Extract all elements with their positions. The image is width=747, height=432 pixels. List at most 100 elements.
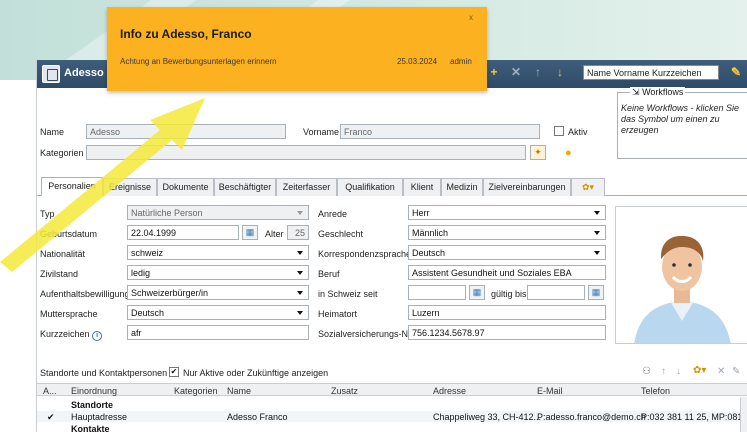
kurzzeichen-label: Kurzzeichen i: [40, 329, 103, 341]
popup-user: admin: [450, 57, 472, 66]
people-icon[interactable]: ⚇: [642, 366, 651, 377]
popup-close-icon[interactable]: x: [469, 13, 473, 22]
workflows-legend: ⇲ Workflows: [630, 87, 686, 98]
inschweiz-label: in Schweiz seit: [318, 289, 378, 299]
edit-pencil-icon[interactable]: ✎: [729, 65, 743, 79]
sozialversicherung-field[interactable]: 756.1234.5678.97: [408, 325, 606, 340]
vorname-field[interactable]: Franco: [340, 124, 540, 139]
sozialversicherung-label: Sozialversicherungs-Nr: [318, 329, 412, 339]
aufenthalt-dropdown[interactable]: Schweizerbürger/in: [127, 285, 309, 300]
alter-label: Alter: [265, 229, 284, 239]
calendar-icon[interactable]: ▦: [242, 225, 258, 240]
muttersprache-label: Muttersprache: [40, 309, 98, 319]
edit-contact-icon[interactable]: ✎: [732, 366, 740, 377]
contacts-section-label: Standorte und Kontaktpersonen: [40, 368, 168, 378]
add-contact-icon[interactable]: ✿▾: [693, 365, 706, 376]
heimatort-field[interactable]: Luzern: [408, 305, 606, 320]
tab-personalien[interactable]: Personalien: [41, 177, 103, 196]
korrespondenzsprache-label: Korrespondenzsprache: [318, 249, 412, 259]
row-telefon: P:032 381 11 25, MP:081 ...: [641, 412, 747, 422]
zivilstand-dropdown[interactable]: ledig: [127, 265, 309, 280]
row-adresse: Chappeliweg 33, CH-412...: [433, 412, 542, 422]
kategorien-picker-icon[interactable]: ✦: [530, 145, 546, 160]
col-header-einordnung[interactable]: Einordnung: [71, 386, 117, 396]
col-header-adresse[interactable]: Adresse: [433, 386, 466, 396]
row-email: P:adesso.franco@demo.ch: [537, 412, 646, 422]
info-popup[interactable]: x Info zu Adesso, Franco Achtung an Bewe…: [107, 7, 487, 91]
move-down-icon[interactable]: ↓: [676, 366, 681, 377]
muttersprache-dropdown[interactable]: Deutsch: [127, 305, 309, 320]
kurzzeichen-field[interactable]: afr: [127, 325, 309, 340]
nationalitaet-dropdown[interactable]: schweiz: [127, 245, 309, 260]
active-filter-label: Nur Aktive oder Zukünftige anzeigen: [183, 368, 329, 378]
tab-zielvereinbarungen[interactable]: Zielvereinbarungen: [483, 178, 571, 196]
geburtsdatum-field[interactable]: 22.04.1999: [127, 225, 239, 240]
typ-label: Typ: [40, 209, 55, 219]
anrede-dropdown[interactable]: Herr: [408, 205, 606, 220]
group-row-standorte[interactable]: Standorte: [37, 399, 747, 410]
col-header-email[interactable]: E-Mail: [537, 386, 563, 396]
nationalitaet-label: Nationalität: [40, 249, 86, 259]
gueltig-field[interactable]: [527, 285, 585, 300]
col-header-zusatz[interactable]: Zusatz: [331, 386, 358, 396]
tab-add-icon[interactable]: ✿▾: [571, 178, 605, 196]
workflow-icon[interactable]: ⇲: [632, 87, 640, 97]
tab-dokumente[interactable]: Dokumente: [157, 178, 214, 196]
workflows-box: ⇲ Workflows Keine Workflows - klicken Si…: [617, 87, 747, 159]
geburtsdatum-label: Geburtsdatum: [40, 229, 98, 239]
search-input[interactable]: [583, 65, 719, 80]
table-scrollbar[interactable]: [740, 397, 747, 432]
inschweiz-calendar-icon[interactable]: ▦: [469, 285, 485, 300]
col-header-name[interactable]: Name: [227, 386, 251, 396]
row-einordnung: Hauptadresse: [71, 412, 128, 422]
tab-bar: Personalien Ereignisse Dokumente Beschäf…: [37, 176, 747, 196]
beruf-label: Beruf: [318, 269, 340, 279]
arrow-up-icon[interactable]: ↑: [531, 65, 545, 79]
group-row-kontakte[interactable]: Kontakte: [37, 423, 747, 432]
delete-icon[interactable]: ✕: [509, 65, 523, 79]
tab-medizin[interactable]: Medizin: [441, 178, 483, 196]
add-icon[interactable]: +: [487, 65, 501, 79]
tab-beschaeftigter[interactable]: Beschäftigter: [214, 178, 276, 196]
col-header-aktiv[interactable]: A...: [43, 386, 57, 396]
typ-dropdown[interactable]: Natürliche Person: [127, 205, 309, 220]
lightbulb-icon[interactable]: ●: [565, 147, 572, 159]
row-name: Adesso Franco: [227, 412, 288, 422]
tab-zeiterfasser[interactable]: Zeiterfasser: [276, 178, 337, 196]
gueltig-calendar-icon[interactable]: ▦: [588, 285, 604, 300]
arrow-down-icon[interactable]: ↓: [553, 65, 567, 79]
popup-title: Info zu Adesso, Franco: [120, 27, 252, 41]
popup-message: Achtung an Bewerbungsunterlagen erinnern: [120, 57, 277, 66]
move-up-icon[interactable]: ↑: [661, 366, 666, 377]
aufenthalt-label: Aufenthaltsbewilligung: [40, 289, 130, 299]
aktiv-checkbox[interactable]: [554, 126, 564, 136]
person-app-icon: [42, 65, 60, 83]
name-label: Name: [40, 127, 65, 137]
table-row[interactable]: ✔ Hauptadresse Adesso Franco Chappeliweg…: [37, 411, 747, 422]
group-label: Standorte: [71, 400, 114, 410]
tab-ereignisse[interactable]: Ereignisse: [103, 178, 157, 196]
heimatort-label: Heimatort: [318, 309, 358, 319]
remove-contact-icon[interactable]: ✕: [717, 366, 725, 377]
group-label: Kontakte: [71, 424, 110, 432]
info-icon[interactable]: i: [92, 331, 103, 341]
vorname-label: Vorname: [303, 127, 340, 137]
tab-qualifikation[interactable]: Qualifikation: [337, 178, 403, 196]
col-header-kategorien[interactable]: Kategorien: [174, 386, 218, 396]
contacts-table-header: A... Einordnung Kategorien Name Zusatz A…: [37, 383, 747, 396]
inschweiz-field[interactable]: [408, 285, 466, 300]
kategorien-field[interactable]: [86, 145, 526, 160]
tab-klient[interactable]: Klient: [403, 178, 441, 196]
geschlecht-dropdown[interactable]: Männlich: [408, 225, 606, 240]
beruf-field[interactable]: Assistent Gesundheit und Soziales EBA: [408, 265, 606, 280]
workflows-text[interactable]: Keine Workflows - klicken Sie das Symbol…: [621, 103, 747, 136]
korrespondenzsprache-dropdown[interactable]: Deutsch: [408, 245, 606, 260]
name-field[interactable]: Adesso: [86, 124, 286, 139]
active-filter-checkbox[interactable]: ✔: [169, 367, 179, 377]
col-header-telefon[interactable]: Telefon: [641, 386, 670, 396]
person-photo-image: [616, 207, 747, 343]
aktiv-label: Aktiv: [568, 127, 588, 137]
person-photo[interactable]: [615, 206, 747, 344]
kategorien-label: Kategorien: [40, 148, 84, 158]
gueltig-label: gültig bis: [491, 289, 527, 299]
